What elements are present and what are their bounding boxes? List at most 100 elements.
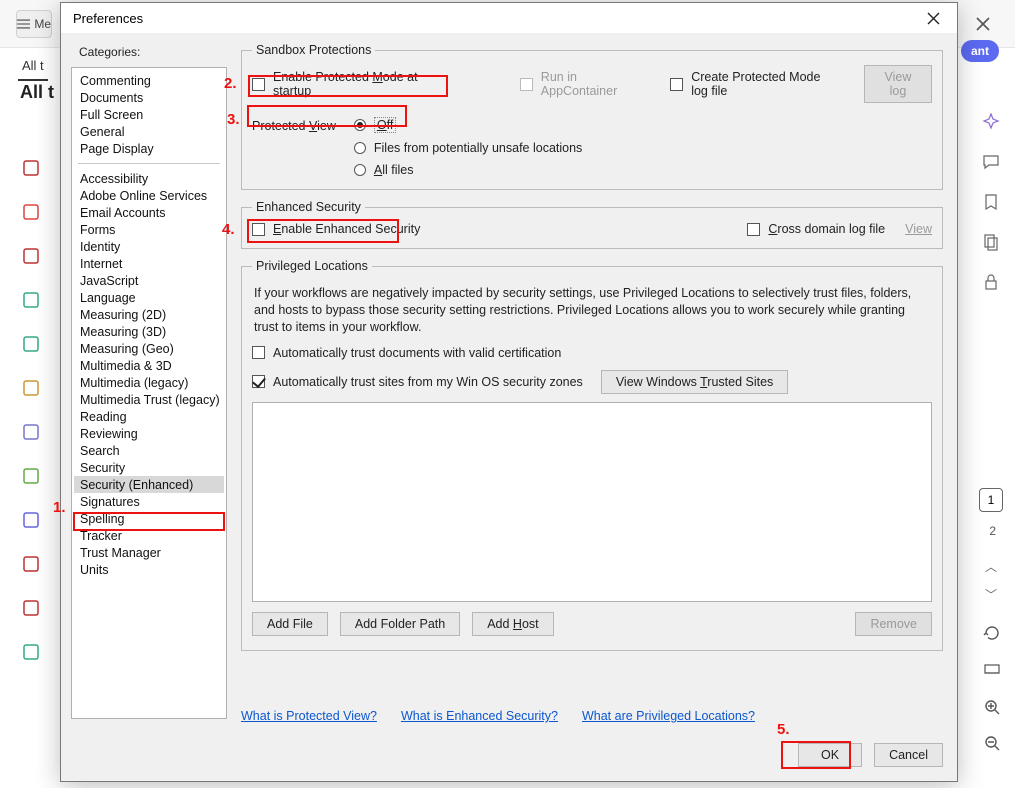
refresh-icon[interactable] [983, 624, 1001, 647]
hamburger-menu-button[interactable]: Me [16, 10, 52, 38]
view-trusted-sites-button[interactable]: View Windows Trusted Sites [601, 370, 788, 394]
checkbox-icon [252, 346, 265, 359]
protected-view-unsafe-radio[interactable]: Files from potentially unsafe locations [354, 141, 582, 155]
category-item[interactable]: Documents [74, 89, 224, 106]
ai-assistant-pill[interactable]: ant [961, 40, 999, 62]
checkbox-icon [520, 78, 533, 91]
tool-icon[interactable] [15, 592, 47, 624]
help-privileged-locations-link[interactable]: What are Privileged Locations? [582, 709, 755, 723]
right-tool-rail [967, 110, 1015, 294]
pages-icon[interactable] [979, 230, 1003, 254]
help-links: What is Protected View? What is Enhanced… [241, 709, 755, 723]
checkbox-icon [252, 223, 265, 236]
zoom-out-icon[interactable] [983, 734, 1001, 757]
category-item[interactable]: Signatures [74, 493, 224, 510]
ok-button[interactable]: OK [798, 743, 862, 767]
help-protected-view-link[interactable]: What is Protected View? [241, 709, 377, 723]
tool-icon[interactable] [15, 504, 47, 536]
category-item[interactable]: Security [74, 459, 224, 476]
add-file-button[interactable]: Add File [252, 612, 328, 636]
tool-icon[interactable] [15, 548, 47, 580]
tool-icon[interactable] [15, 240, 47, 272]
category-item[interactable]: JavaScript [74, 272, 224, 289]
hamburger-icon [17, 18, 30, 30]
radio-icon [354, 142, 366, 154]
category-item[interactable]: Multimedia & 3D [74, 357, 224, 374]
category-item[interactable]: Email Accounts [74, 204, 224, 221]
bookmark-icon[interactable] [979, 190, 1003, 214]
category-item[interactable]: Reviewing [74, 425, 224, 442]
enable-enhanced-checkbox[interactable]: Enable Enhanced Security [252, 222, 420, 236]
category-item[interactable]: Language [74, 289, 224, 306]
protected-view-unsafe-label: Files from potentially unsafe locations [374, 141, 582, 155]
categories-listbox[interactable]: CommentingDocumentsFull ScreenGeneralPag… [71, 67, 227, 719]
auto-trust-cert-checkbox[interactable]: Automatically trust documents with valid… [252, 346, 932, 360]
category-item[interactable]: Spelling [74, 510, 224, 527]
category-item[interactable]: Adobe Online Services [74, 187, 224, 204]
page-title: All t [20, 82, 54, 103]
category-item[interactable]: Full Screen [74, 106, 224, 123]
annotation-number-3: 3. [227, 111, 240, 128]
run-appcontainer-checkbox: Run in AppContainer [520, 70, 630, 98]
category-item[interactable]: Security (Enhanced) [74, 476, 224, 493]
category-item[interactable]: Commenting [74, 72, 224, 89]
tool-icon[interactable] [15, 328, 47, 360]
left-tool-rail [0, 152, 62, 680]
protected-view-off-radio[interactable]: Off [354, 117, 582, 133]
privileged-description: If your workflows are negatively impacte… [254, 285, 930, 336]
cross-domain-log-checkbox[interactable]: Cross domain log file [747, 222, 885, 236]
enable-protected-mode-label: Enable Protected Mode at startup [273, 70, 420, 98]
category-item[interactable]: Identity [74, 238, 224, 255]
tool-icon[interactable] [15, 460, 47, 492]
category-item[interactable]: Internet [74, 255, 224, 272]
tool-icon[interactable] [15, 152, 47, 184]
category-item[interactable]: Measuring (2D) [74, 306, 224, 323]
page-indicator-next[interactable]: 2 [989, 524, 996, 538]
category-item[interactable]: Search [74, 442, 224, 459]
dialog-close-button[interactable] [921, 6, 945, 30]
add-folder-button[interactable]: Add Folder Path [340, 612, 460, 636]
app-close-button[interactable] [967, 10, 999, 38]
create-log-checkbox[interactable]: Create Protected Mode log file [670, 70, 824, 98]
category-item[interactable]: Page Display [74, 140, 224, 157]
add-host-button[interactable]: Add Host [472, 612, 553, 636]
enable-enhanced-label: Enable Enhanced Security [273, 222, 420, 236]
category-item[interactable]: Trust Manager [74, 544, 224, 561]
dialog-title: Preferences [73, 11, 143, 26]
category-item[interactable]: Multimedia Trust (legacy) [74, 391, 224, 408]
help-enhanced-security-link[interactable]: What is Enhanced Security? [401, 709, 558, 723]
category-item[interactable]: General [74, 123, 224, 140]
tool-icon[interactable] [15, 372, 47, 404]
tool-icon[interactable] [15, 284, 47, 316]
auto-trust-sites-checkbox[interactable]: Automatically trust sites from my Win OS… [252, 375, 583, 389]
tab-all-tools[interactable]: All t [18, 52, 48, 81]
tool-icon[interactable] [15, 196, 47, 228]
category-item[interactable]: Accessibility [74, 170, 224, 187]
sparkle-icon[interactable] [979, 110, 1003, 134]
page-indicator-current[interactable]: 1 [979, 488, 1003, 512]
lock-icon[interactable] [979, 270, 1003, 294]
comment-icon[interactable] [979, 150, 1003, 174]
chevron-up-icon[interactable]: ︿ [985, 558, 997, 575]
category-item[interactable]: Reading [74, 408, 224, 425]
category-item[interactable]: Measuring (Geo) [74, 340, 224, 357]
privileged-locations-listbox[interactable] [252, 402, 932, 602]
close-icon [927, 12, 940, 25]
cancel-button[interactable]: Cancel [874, 743, 943, 767]
chevron-down-icon[interactable]: ﹀ [985, 586, 997, 603]
zoom-in-icon[interactable] [983, 698, 1001, 721]
menu-label: Me [34, 17, 51, 31]
enable-protected-mode-checkbox[interactable]: Enable Protected Mode at startup [252, 70, 420, 98]
protected-view-off-label: Off [374, 117, 396, 133]
protected-view-all-radio[interactable]: All files [354, 163, 582, 177]
category-item[interactable]: Tracker [74, 527, 224, 544]
category-item[interactable]: Units [74, 561, 224, 578]
tool-icon[interactable] [15, 416, 47, 448]
app-tabs: All t [18, 52, 48, 81]
tool-icon[interactable] [15, 636, 47, 668]
category-item[interactable]: Measuring (3D) [74, 323, 224, 340]
category-item[interactable]: Forms [74, 221, 224, 238]
fit-width-icon[interactable] [983, 660, 1001, 683]
close-icon [976, 17, 990, 31]
category-item[interactable]: Multimedia (legacy) [74, 374, 224, 391]
